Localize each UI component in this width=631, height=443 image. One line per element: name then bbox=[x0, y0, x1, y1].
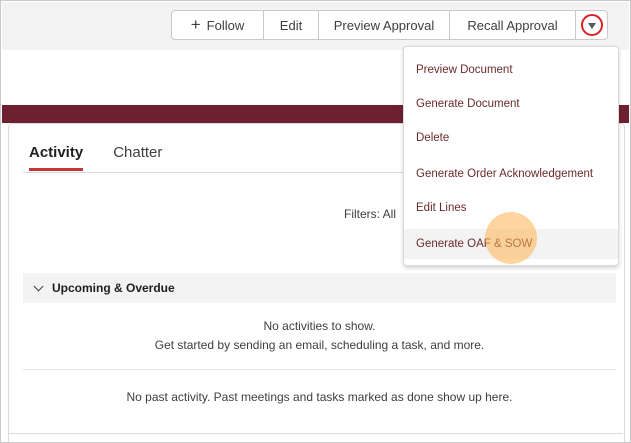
preview-approval-label: Preview Approval bbox=[333, 17, 435, 33]
more-actions-button[interactable] bbox=[576, 10, 608, 40]
follow-button[interactable]: + Follow bbox=[171, 10, 264, 40]
card-bottom-border bbox=[8, 433, 623, 434]
edit-button[interactable]: Edit bbox=[264, 10, 319, 40]
upcoming-overdue-section-header[interactable]: Upcoming & Overdue bbox=[23, 273, 616, 303]
section-divider bbox=[23, 369, 616, 370]
preview-approval-button[interactable]: Preview Approval bbox=[319, 10, 450, 40]
activity-tabs: Activity Chatter bbox=[29, 144, 192, 171]
no-activities-text: No activities to show. bbox=[263, 319, 376, 333]
menu-item-edit-lines[interactable]: Edit Lines bbox=[404, 193, 618, 223]
menu-item-delete[interactable]: Delete bbox=[404, 123, 618, 153]
highlight-ring bbox=[580, 14, 603, 36]
follow-label: Follow bbox=[206, 17, 245, 33]
menu-item-preview-document[interactable]: Preview Document bbox=[404, 55, 618, 85]
chevron-down-icon bbox=[587, 23, 596, 29]
menu-item-generate-document[interactable]: Generate Document bbox=[404, 89, 618, 119]
more-actions-dropdown: Preview Document Generate Document Delet… bbox=[403, 46, 619, 266]
edit-label: Edit bbox=[279, 17, 303, 33]
record-page: + Follow Edit Preview Approval Recall Ap… bbox=[0, 0, 631, 443]
tab-activity[interactable]: Activity bbox=[29, 144, 84, 171]
plus-icon: + bbox=[190, 15, 201, 34]
recall-approval-label: Recall Approval bbox=[467, 17, 558, 33]
recall-approval-button[interactable]: Recall Approval bbox=[450, 10, 576, 40]
filters-label[interactable]: Filters: All bbox=[344, 207, 396, 221]
no-past-activity-text: No past activity. Past meetings and task… bbox=[126, 390, 513, 404]
section-title: Upcoming & Overdue bbox=[52, 281, 175, 295]
menu-item-generate-order-acknowledgement[interactable]: Generate Order Acknowledgement bbox=[404, 159, 618, 189]
get-started-text: Get started by sending an email, schedul… bbox=[154, 338, 485, 352]
tab-chatter[interactable]: Chatter bbox=[113, 144, 162, 171]
action-button-group: + Follow Edit Preview Approval Recall Ap… bbox=[171, 10, 608, 40]
chevron-down-icon bbox=[33, 281, 44, 292]
menu-item-generate-oaf-sow[interactable]: Generate OAF & SOW bbox=[404, 229, 618, 259]
